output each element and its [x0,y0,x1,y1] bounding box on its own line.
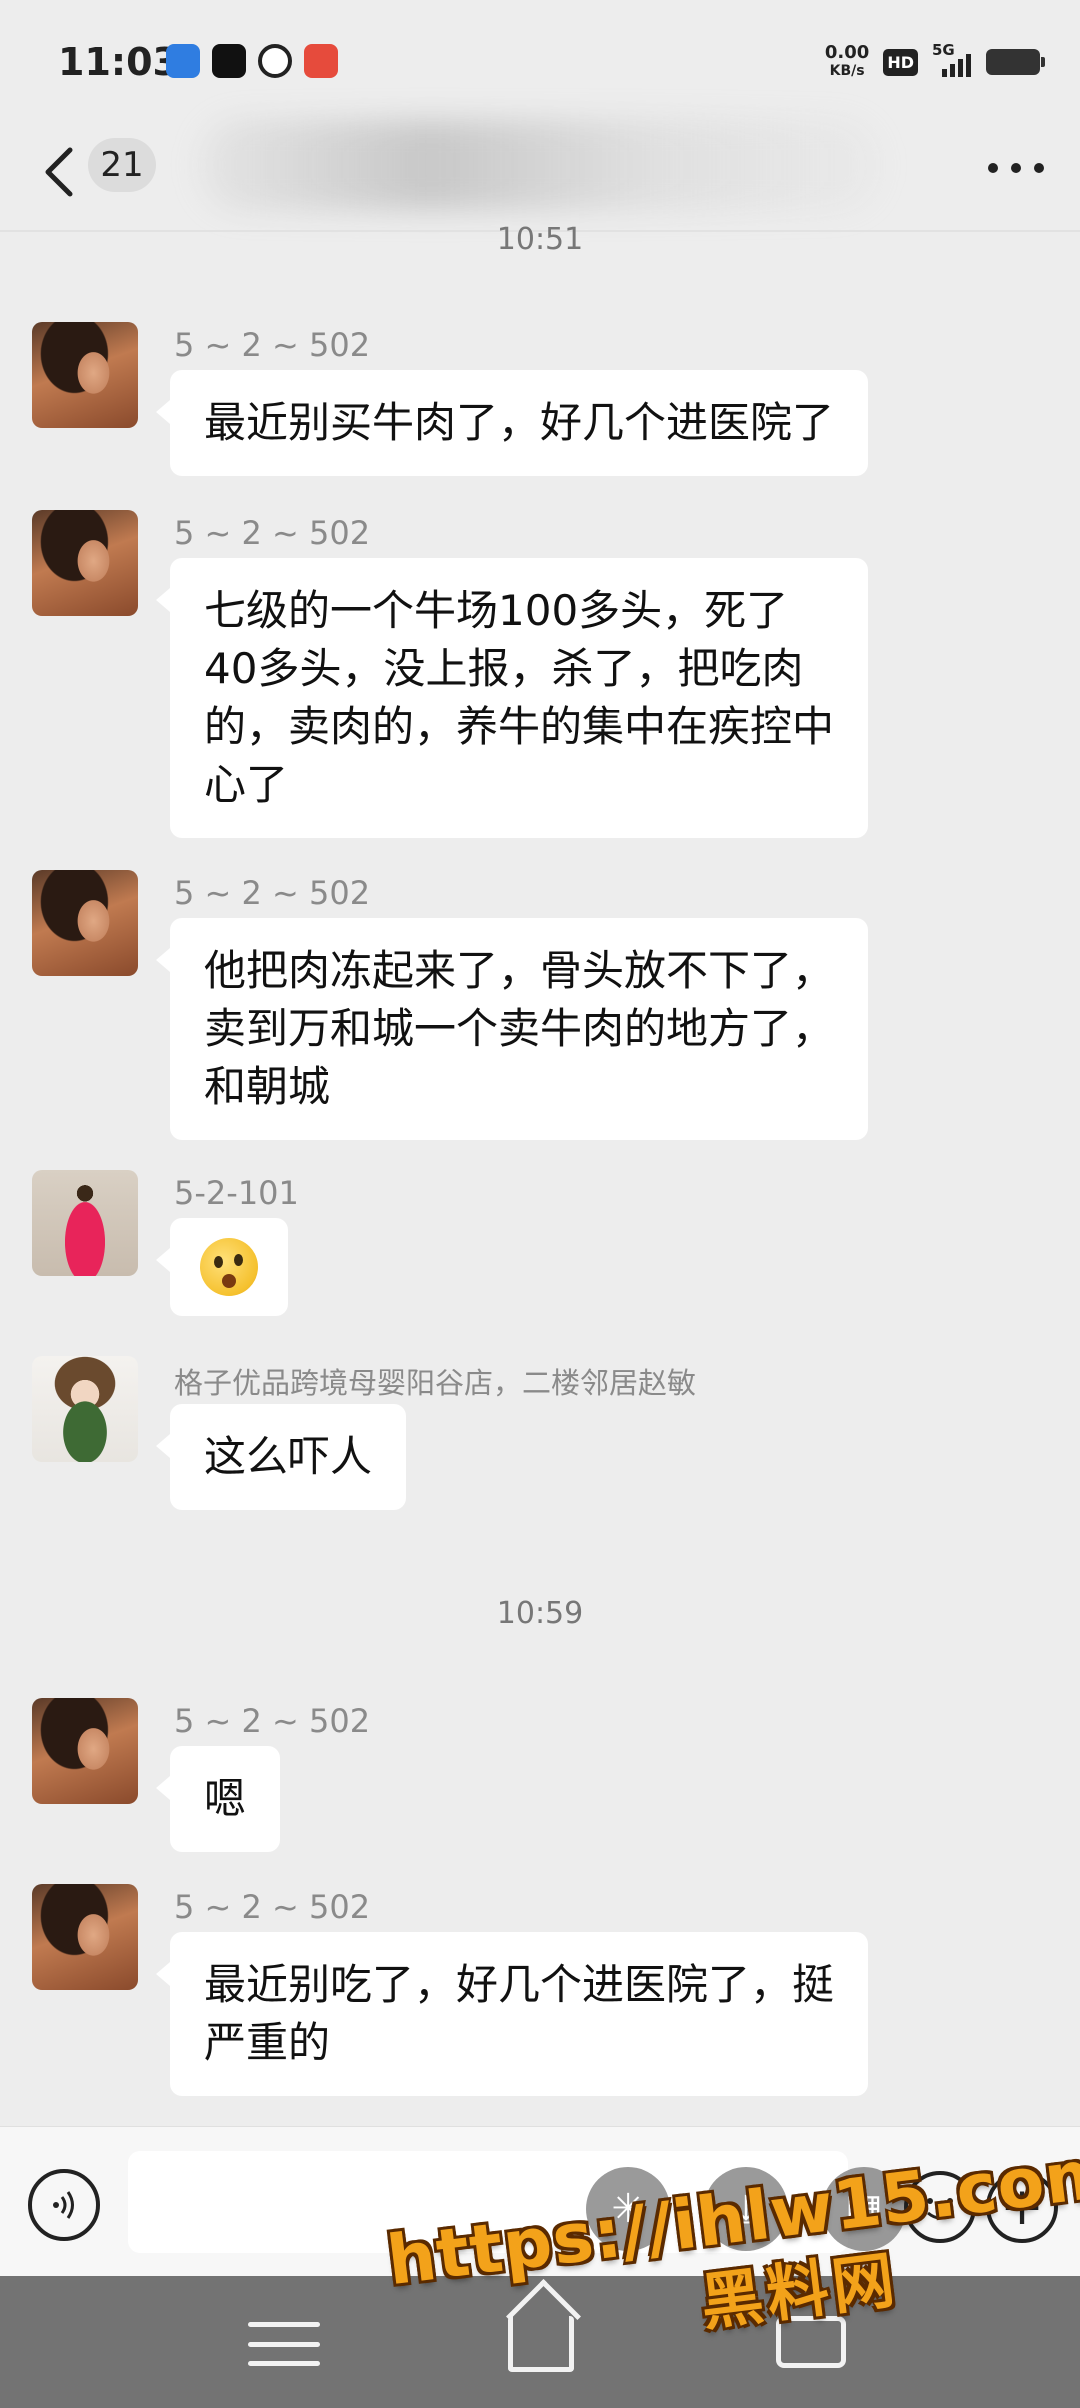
message-text-line: 40多头，没上报，杀了，把吃肉 [204,644,804,693]
sender-name: 5 ~ 2 ~ 502 [174,1888,371,1926]
network-speed: 0.00 KB/s [825,44,869,80]
message-timestamp: 10:59 [496,1596,584,1631]
message-text: 最近别买牛肉了，好几个进医院了 [204,398,835,447]
sender-name: 5 ~ 2 ~ 502 [174,326,371,364]
message-text: 这么吓人 [204,1432,373,1481]
network-speed-unit: KB/s [829,63,865,79]
status-time: 11:03 [58,40,179,84]
woman-avatar[interactable] [32,1698,138,1804]
app-leaf-icon [258,44,292,78]
sender-name: 5 ~ 2 ~ 502 [174,514,371,552]
message-bubble[interactable] [156,1218,288,1316]
sender-name: 5 ~ 2 ~ 502 [174,1702,371,1740]
red-dress-avatar[interactable] [32,1170,138,1276]
message-text-line: 七级的一个牛场100多头，死了 [204,586,789,635]
woman-avatar[interactable] [32,1884,138,1990]
message-text: 嗯 [204,1774,247,1823]
back-arrow-icon[interactable] [38,142,82,202]
message-text-line: 和朝城 [204,1062,331,1111]
voice-wave-icon [53,2191,74,2219]
girl-avatar[interactable] [32,1356,138,1462]
message-text-line: 他把肉冻起来了，骨头放不下了， [204,946,835,995]
network-type-label: 5G [932,41,955,59]
message-bubble[interactable]: 他把肉冻起来了，骨头放不下了， 卖到万和城一个卖牛肉的地方了， 和朝城 [155,918,869,1140]
woman-avatar[interactable] [32,870,138,976]
message-bubble[interactable]: 七级的一个牛场100多头，死了 40多头，没上报，杀了，把吃肉 的，卖肉的，养牛… [155,558,869,838]
app-red-icon [304,44,338,78]
battery-icon [986,49,1045,75]
unread-count-badge[interactable]: 21 [88,138,156,192]
woman-avatar[interactable] [32,510,138,616]
tiktok-icon [212,44,246,78]
chat-header: 21 [0,120,1080,232]
message-bubble[interactable]: 最近别吃了，好几个进医院了，挺 严重的 [155,1932,869,2096]
status-app-icons [166,44,338,78]
message-text-line: 的，卖肉的，养牛的集中在疾控中 [204,702,835,751]
message-bubble[interactable]: 嗯 [155,1746,281,1852]
sender-name: 5-2-101 [174,1174,299,1212]
recent-apps-icon[interactable] [248,2322,320,2366]
signal-icon: 5G [932,41,972,77]
message-text-line: 卖到万和城一个卖牛肉的地方了， [204,1004,835,1053]
sender-name: 5 ~ 2 ~ 502 [174,874,371,912]
message-timestamp: 10:51 [496,222,584,257]
message-text-line: 心了 [204,760,289,809]
surprised-face-emoji [200,1238,258,1296]
message-text-line: 最近别吃了，好几个进医院了，挺 [204,1960,835,2009]
blurred-chat-title [200,120,880,210]
sender-name: 格子优品跨境母婴阳谷店，二楼邻居赵敏 [174,1366,697,1400]
message-bubble[interactable]: 最近别买牛肉了，好几个进医院了 [155,370,869,476]
network-speed-value: 0.00 [824,42,870,63]
status-bar: 11:03 0.00 KB/s HD 5G [0,0,1080,120]
hd-badge: HD [883,48,918,76]
voice-input-button[interactable] [28,2169,100,2241]
woman-avatar[interactable] [32,322,138,428]
message-bubble[interactable]: 这么吓人 [155,1404,407,1510]
status-indicators: 0.00 KB/s HD 5G [825,41,1045,80]
message-text-line: 严重的 [204,2018,331,2067]
app-notification-icon [166,44,200,78]
more-options-icon[interactable] [988,158,1044,178]
